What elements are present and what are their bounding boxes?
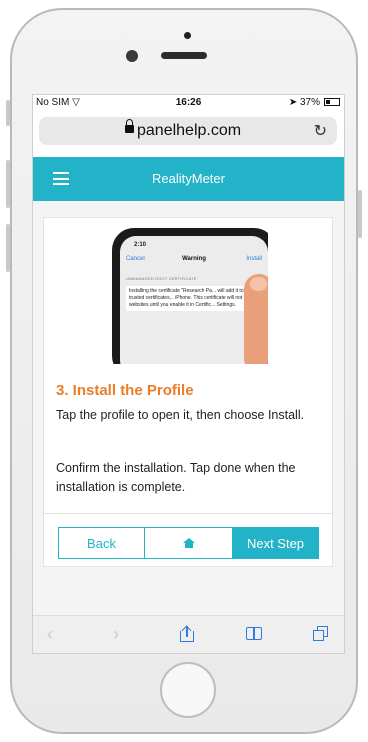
earpiece-speaker bbox=[161, 52, 207, 59]
back-arrow-icon[interactable]: ‹ bbox=[47, 624, 53, 645]
forward-arrow-icon[interactable]: › bbox=[113, 624, 119, 645]
reload-icon[interactable]: ↻ bbox=[314, 121, 327, 141]
step-navigation: Back Next Step bbox=[58, 527, 319, 559]
url-text: panelhelp.com bbox=[137, 122, 242, 139]
step-instruction-1: Tap the profile to open it, then choose … bbox=[56, 408, 305, 422]
step-card: 2:10 Cancel Warning Install UNMANAGED RO… bbox=[43, 217, 333, 567]
step-instruction-2: Confirm the installation. Tap done when … bbox=[56, 461, 296, 494]
illustration-screen: 2:10 Cancel Warning Install UNMANAGED RO… bbox=[120, 236, 268, 364]
step-title: 3. Install the Profile bbox=[56, 382, 194, 399]
mute-switch bbox=[6, 100, 10, 126]
home-button[interactable] bbox=[160, 662, 216, 718]
illustration-phone: 2:10 Cancel Warning Install UNMANAGED RO… bbox=[112, 228, 268, 364]
illustration-time: 2:10 bbox=[134, 242, 147, 248]
safari-toolbar: ‹ › bbox=[33, 615, 344, 653]
battery-percent: ➤ 37% bbox=[288, 97, 320, 108]
volume-down-button bbox=[6, 224, 10, 272]
battery-icon bbox=[324, 98, 340, 106]
home-button-nav[interactable] bbox=[145, 527, 232, 559]
address-bar[interactable]: panelhelp.com ↻ bbox=[39, 117, 337, 145]
app-title: RealityMeter bbox=[152, 171, 225, 186]
tabs-icon[interactable] bbox=[313, 626, 329, 642]
app-header: RealityMeter bbox=[33, 157, 344, 201]
share-icon[interactable] bbox=[180, 625, 194, 642]
illustration-install: Install bbox=[246, 256, 262, 262]
volume-up-button bbox=[6, 160, 10, 208]
instruction-image: 2:10 Cancel Warning Install UNMANAGED RO… bbox=[108, 226, 268, 364]
status-bar: No SIM ▽ 16:26 ➤ 37% bbox=[33, 95, 344, 111]
location-icon: ➤ bbox=[288, 97, 298, 108]
proximity-sensor bbox=[184, 32, 191, 39]
illustration-navbar: Cancel Warning Install bbox=[120, 252, 268, 268]
illustration-section: UNMANAGED ROOT CERTIFICATE bbox=[126, 276, 197, 281]
screen: No SIM ▽ 16:26 ➤ 37% panelhelp.com ↻ Rea… bbox=[32, 94, 345, 654]
power-button bbox=[358, 190, 362, 238]
next-step-button[interactable]: Next Step bbox=[232, 527, 319, 559]
front-camera bbox=[126, 50, 138, 62]
home-icon bbox=[182, 538, 195, 548]
bookmarks-icon[interactable] bbox=[246, 627, 264, 641]
back-button[interactable]: Back bbox=[58, 527, 145, 559]
battery-fill bbox=[326, 100, 331, 104]
divider bbox=[44, 513, 332, 514]
lock-icon bbox=[125, 119, 134, 133]
finger-illustration bbox=[244, 274, 268, 364]
